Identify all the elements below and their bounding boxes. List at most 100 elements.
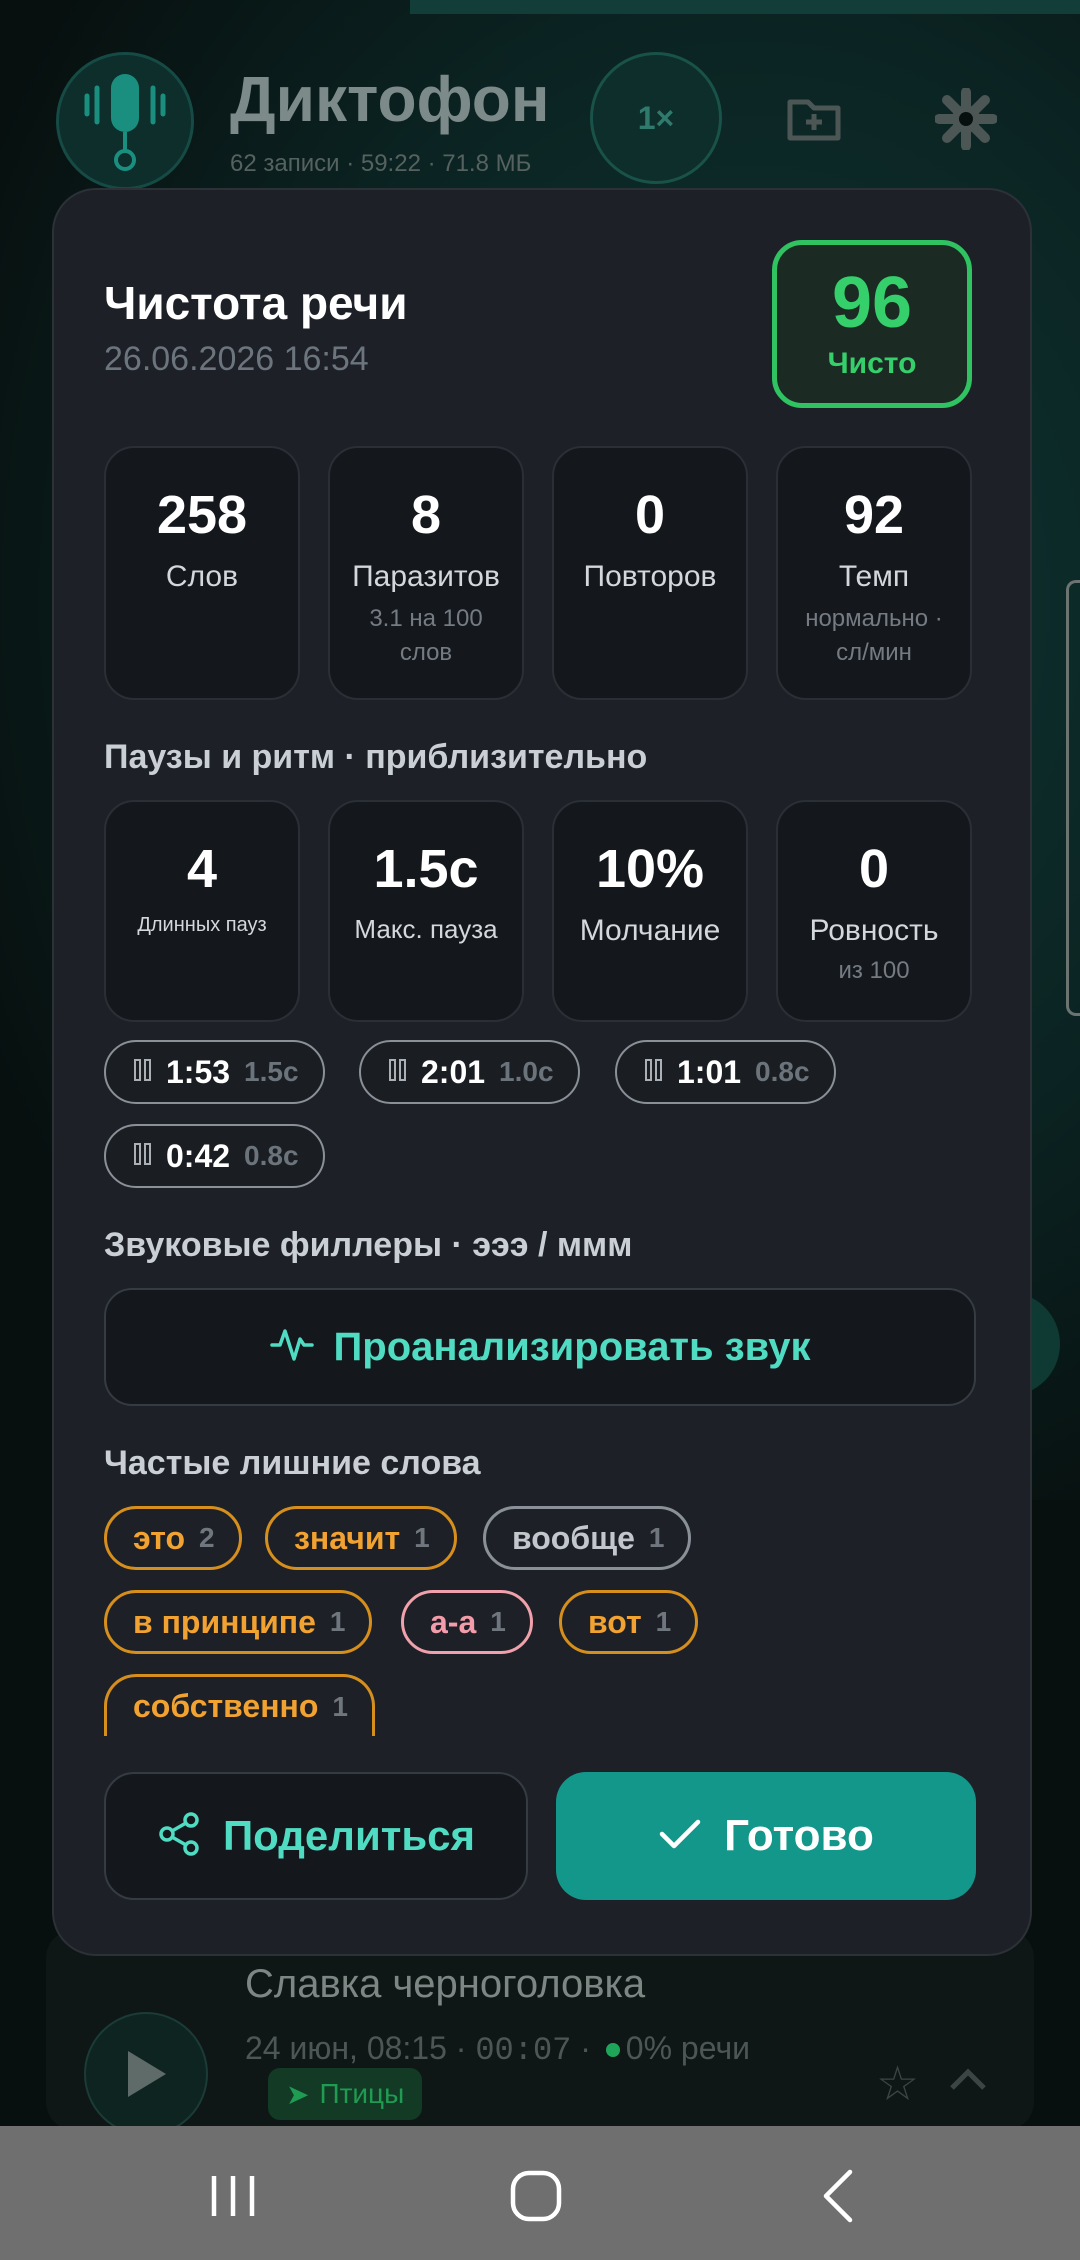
chip-word: а-а [430, 1603, 477, 1640]
stat-sub: 3.1 на 100 слов [369, 605, 483, 666]
stat-tempo: 92 Темп нормально · сл/мин [776, 446, 972, 700]
stat-value: 92 [843, 485, 905, 545]
chip-word: в принципе [133, 1603, 316, 1640]
app-subtitle: 62 записи · 59:22 · 71.8 МБ [230, 150, 532, 177]
speed-label: 1× [637, 99, 675, 136]
stat-value: 258 [156, 485, 248, 545]
bird-icon: ➤ [286, 2078, 310, 2110]
filler-word-chip[interactable]: в принципе 1 [104, 1590, 373, 1654]
stat-max-pause: 1.5с Макс. пауза [328, 800, 524, 1022]
pause-pill[interactable]: 2:01 1.0с [359, 1040, 580, 1104]
new-folder-icon[interactable] [786, 90, 842, 146]
pause-time: 0:42 [166, 1137, 231, 1174]
recording-speech: 0% речи [625, 2030, 750, 2066]
chip-count: 1 [414, 1522, 430, 1553]
dialog-date: 26.06.2026 16:54 [104, 340, 369, 378]
pause-time: 1:53 [166, 1053, 231, 1090]
share-button[interactable]: Поделиться [104, 1772, 528, 1900]
pause-duration: 0.8с [244, 1140, 299, 1171]
recent-apps-icon[interactable] [208, 2172, 258, 2220]
score-value: 96 [831, 263, 913, 343]
play-button[interactable] [84, 2012, 208, 2136]
speech-dot-icon [605, 2043, 620, 2057]
stat-value: 10% [595, 839, 705, 899]
recording-title: Славка черноголовка [245, 1962, 646, 2006]
stat-repeats: 0 Повторов [552, 446, 748, 700]
stat-evenness: 0 Ровность из 100 [776, 800, 972, 1022]
chip-count: 1 [332, 1690, 348, 1722]
pause-icon [134, 1142, 152, 1170]
chip-count: 1 [329, 1606, 346, 1637]
stat-fillers: 8 Паразитов 3.1 на 100 слов [328, 446, 524, 700]
settings-gear-icon[interactable] [934, 87, 998, 151]
chip-count: 1 [655, 1606, 672, 1637]
app-title: Диктофон [230, 63, 550, 135]
share-label: Поделиться [222, 1812, 476, 1859]
analyze-label: Проанализировать звук [333, 1324, 811, 1369]
filler-word-chip[interactable]: собственно 1 [104, 1674, 375, 1736]
stat-label: Слов [165, 560, 239, 593]
fillers-section-title: Звуковые филлеры · эээ / ммм [104, 1226, 633, 1264]
waveform-icon [269, 1325, 314, 1370]
back-icon[interactable] [818, 2168, 858, 2224]
done-button[interactable]: Готово [556, 1772, 976, 1900]
share-icon [157, 1811, 201, 1862]
stat-sub: нормально · сл/мин [805, 605, 943, 666]
done-label: Готово [724, 1811, 874, 1860]
chip-count: 1 [648, 1522, 665, 1553]
words-section-title: Частые лишние слова [104, 1444, 481, 1482]
pause-icon [645, 1058, 663, 1086]
pause-icon [134, 1058, 152, 1086]
check-icon [658, 1816, 702, 1857]
score-label: Чисто [827, 347, 917, 380]
scrollbar-handle[interactable] [1066, 580, 1080, 1016]
chip-word: вот [588, 1603, 642, 1640]
analyze-sound-button[interactable]: Проанализировать звук [104, 1288, 976, 1406]
filler-word-chip[interactable]: вообще 1 [483, 1506, 692, 1570]
stat-value: 0 [858, 839, 890, 899]
pause-icon [389, 1058, 407, 1086]
stat-label: Длинных пауз [137, 914, 267, 936]
stat-value: 4 [186, 839, 218, 899]
pause-duration: 1.5с [244, 1056, 299, 1087]
home-icon[interactable] [508, 2168, 564, 2224]
stat-silence: 10% Молчание [552, 800, 748, 1022]
pause-time: 2:01 [421, 1053, 486, 1090]
stat-value: 0 [634, 485, 666, 545]
filler-word-chip[interactable]: а-а 1 [401, 1590, 533, 1654]
chip-word: значит [294, 1519, 401, 1556]
stat-long-pauses: 4 Длинных пауз [104, 800, 300, 1022]
filler-word-chip[interactable]: значит 1 [265, 1506, 457, 1570]
stat-label: Повторов [583, 560, 717, 593]
recording-duration: 00:07 [475, 2032, 572, 2069]
pauses-section-title: Паузы и ритм · приблизительно [104, 738, 648, 776]
pause-duration: 0.8с [755, 1056, 810, 1087]
pause-time: 1:01 [677, 1053, 742, 1090]
stat-label: Темп [838, 560, 910, 593]
chip-count: 1 [490, 1606, 506, 1637]
app-logo-mic-icon [56, 52, 194, 190]
chip-word: вообще [512, 1519, 635, 1556]
favorite-star-icon[interactable]: ☆ [876, 2056, 919, 2112]
clarity-score-badge: 96 Чисто [772, 240, 972, 408]
pause-pill[interactable]: 1:53 1.5с [104, 1040, 325, 1104]
chip-word: это [133, 1519, 186, 1556]
tag-label: Птицы [319, 2078, 405, 2109]
recording-tag[interactable]: ➤ Птицы [268, 2068, 423, 2120]
stat-sub: из 100 [838, 957, 910, 984]
chevron-up-icon[interactable] [948, 2060, 988, 2100]
chip-word: собственно [133, 1688, 319, 1724]
recording-meta: 24 июн, 08:15 · 00:07 · 0% речи [245, 2030, 750, 2069]
top-accent-bar [410, 0, 1080, 14]
stat-words: 258 Слов [104, 446, 300, 700]
filler-word-chip[interactable]: вот 1 [559, 1590, 699, 1654]
pause-pill[interactable]: 0:42 0.8с [104, 1124, 325, 1188]
dialog-title: Чистота речи [104, 277, 408, 329]
pause-pill[interactable]: 1:01 0.8с [615, 1040, 836, 1104]
filler-word-chip[interactable]: это 2 [104, 1506, 242, 1570]
playback-speed-button[interactable]: 1× [590, 52, 722, 184]
chip-count: 2 [199, 1522, 215, 1553]
stat-value: 1.5с [373, 839, 479, 899]
recording-date: 24 июн, 08:15 [245, 2030, 447, 2066]
pause-duration: 1.0с [499, 1056, 554, 1087]
